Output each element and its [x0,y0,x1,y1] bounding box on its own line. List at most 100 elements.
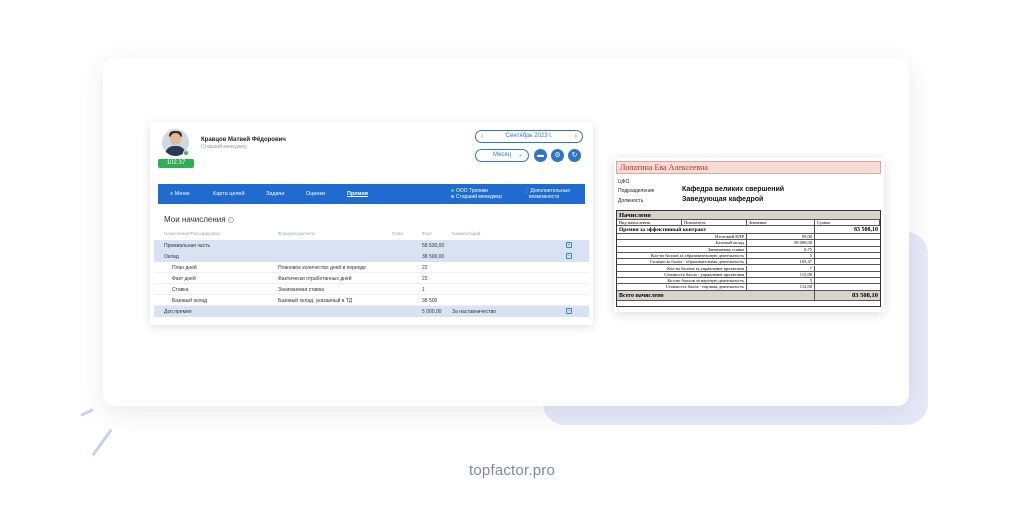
nav-item-menu[interactable]: ≡ Меню [170,191,190,197]
report-cell: Сумма [815,220,880,225]
chevron-right-icon[interactable]: › [575,131,577,142]
report-cell: Всего начислено [617,290,815,300]
report-cell [815,240,880,245]
chevron-left-icon[interactable]: ‹ [481,131,483,142]
cell-fact: 38 500,00 [422,254,445,260]
position-value: Заведующая кафедрой [682,196,764,203]
dept-value: Кафедра великих свершений [682,186,785,193]
report-cell [815,284,880,289]
view-mode-select[interactable]: Месяц ⌄ [475,149,529,162]
accruals-section: Мои начисления i Начисление/Расшифровка Ф… [154,210,589,322]
report-table: Начислено Вид начисления Показатель Значени… [616,210,881,307]
cell-fact: 38 500 [422,298,438,304]
role-status-icon [451,195,454,199]
chat-button[interactable]: ▬ [534,149,547,162]
chevron-down-icon: ⌄ [517,152,523,158]
report-total-row: Всего начислено 83 508,10 [617,290,880,301]
position-label: Должность [618,198,644,204]
nav-item-ratings[interactable]: Оценки [306,191,325,197]
collapse-icon[interactable]: − [566,253,572,259]
report-cell: Занимаемая ставка [617,246,747,252]
cfo-label: ЦФО [618,179,630,185]
report-cell [815,234,880,239]
report-cell: Стоимость балла - научная деятельность [617,284,747,290]
report-cell: 5 [747,252,815,259]
report-cell: Кол-во баллов за управление проектами [617,265,747,271]
table-row[interactable]: Премиальная часть 58 630,00 + [154,240,589,251]
org-status-icon [451,189,454,193]
nav-item-bonus[interactable]: Премия [347,191,368,197]
report-cell: Стоимость балла - управление проектами [617,271,747,278]
more-options-button[interactable]: ⋮ Дополнительные возможности [524,188,570,200]
brand-footer: topfactor.pro [469,462,555,479]
user-header: 102.37 Кравцов Матвей Фёдорович Старший … [150,122,593,182]
report-cell: 7 [747,265,815,271]
table-row[interactable]: Базовый оклад Базовый оклад, указанный в … [154,295,589,306]
stage: 102.37 Кравцов Матвей Фёдорович Старший … [0,0,1024,505]
refresh-button[interactable]: ↻ [568,149,581,162]
report-cell: Стоимость балла - образовательная деятел… [617,259,747,265]
report-cell: Премия за эффективный контракт [617,226,815,233]
report-section-header: Начислено [617,211,880,220]
report-cell: 95,00 [747,234,815,240]
table-row[interactable]: Оклад 38 500,00 − [154,251,589,262]
report-cell: 115,00 [747,271,815,278]
report-cell: 5 [747,278,815,284]
employee-name: Лопатина Ева Алексеевна [616,161,881,174]
report-cell: Показатель [682,220,747,225]
cell-formula: Плановое количество дней в периоде [278,265,367,271]
user-name: Кравцов Матвей Фёдорович [201,137,286,143]
report-cell: Кол-во баллов за научную деятельность [617,278,747,284]
table-row[interactable]: Ставка Занимаемая ставка 1 [154,284,589,295]
report-cell: Итоговый КПР [617,234,747,240]
table-row[interactable]: Доп.премия 5 000,00 За наставничество − [154,306,589,317]
org-info[interactable]: ООО Тропики Старший менеджер [451,188,502,200]
dept-label: Подразделение [618,188,655,194]
cell-formula: Базовый оклад, указанный в ТД [278,298,353,304]
report-cell [815,259,880,264]
payroll-report: Лопатина Ева Алексеевна ЦФО Подразделени… [614,158,884,312]
cell-name: Доп.премия [164,309,192,315]
report-cell: 83 508,10 [852,291,878,299]
nav-item-tasks[interactable]: Задачи [266,191,284,197]
report-group-row: Премия за эффективный контракт 83 508,10 [617,226,880,234]
report-cell: 58 000,00 [747,240,815,246]
table-row[interactable]: План дней Плановое количество дней в пери… [154,262,589,273]
report-cell: Значение [747,220,815,225]
report-cell: 112,00 [747,284,815,290]
cell-fact: 1 [422,287,425,293]
table-header: Начисление/Расшифровка Формула расчета П… [164,231,481,236]
expand-icon[interactable]: + [566,242,572,248]
chat-icon: ▬ [537,152,544,159]
main-nav: ≡ Меню Карта целей Задачи Оценки Премия … [158,184,585,204]
report-cell [815,266,880,271]
online-status-icon [183,150,189,156]
nav-item-goal-map[interactable]: Карта целей [213,191,245,197]
refresh-icon: ↻ [571,152,578,159]
report-cell [815,253,880,258]
cell-fact: 22 [422,276,428,282]
score-badge: 102.37 [158,159,194,168]
report-cell: Кол-во баллов за образовательную деятель… [617,252,747,259]
table-row[interactable]: Факт дней Фактически отработанных дней 22 [154,273,589,284]
decor-line [91,428,113,457]
decor-line [80,408,94,417]
cell-name: Базовый оклад [172,298,208,304]
report-cell [815,247,880,252]
cell-name: Оклад [164,254,179,260]
cell-formula: Фактически отработанных дней [278,276,352,282]
view-mode-label: Месяц [493,152,512,158]
collapse-icon[interactable]: − [566,308,572,314]
info-icon[interactable]: i [227,216,234,223]
period-selector[interactable]: ‹ Сентябрь 2023 г. › [475,130,583,143]
settings-button[interactable]: ⚙ [551,149,564,162]
cell-name: Премиальная часть [164,243,211,249]
cell-name: План дней [172,265,197,271]
cell-fact: 22 [422,265,428,271]
report-cell [815,272,880,277]
user-role: Старший менеджер [201,144,247,150]
cell-name: Факт дней [172,276,196,282]
report-cell: Вид начисления [617,220,682,225]
app-window: 102.37 Кравцов Матвей Фёдорович Старший … [150,122,593,325]
report-cell: 105,47 [747,259,815,265]
